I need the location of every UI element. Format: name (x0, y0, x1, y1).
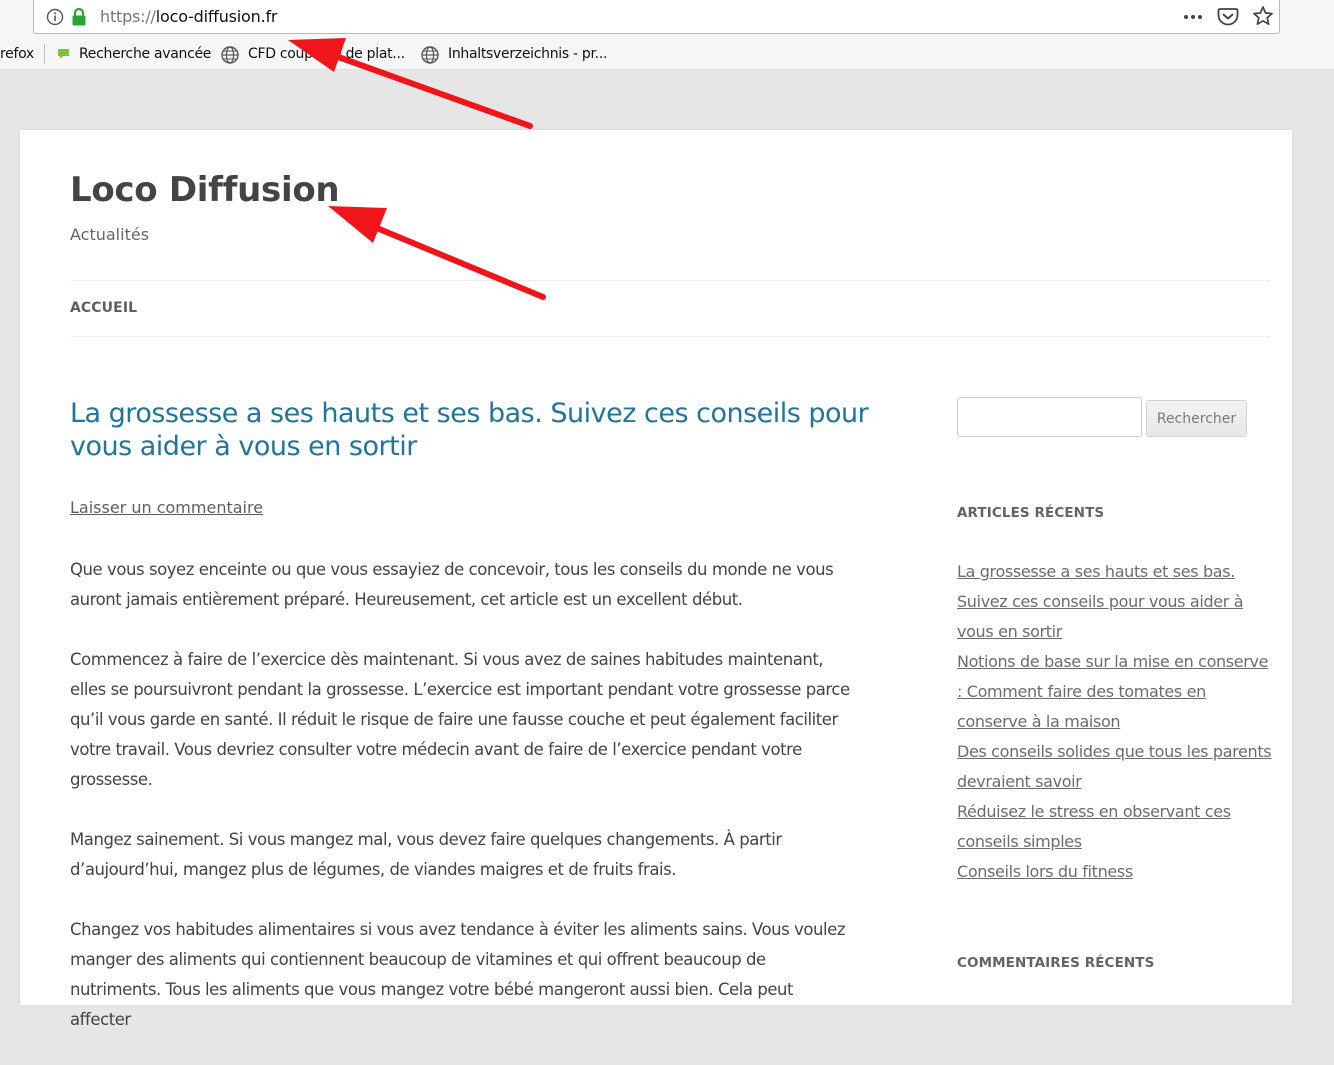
bookmark-label: CFD couplage de plat... (248, 46, 405, 62)
site-title[interactable]: Loco Diffusion (70, 170, 340, 210)
more-dots-icon[interactable] (1182, 9, 1204, 25)
recent-post-link[interactable]: La grossesse a ses hauts et ses bas. Sui… (957, 562, 1244, 641)
article-title[interactable]: La grossesse a ses hauts et ses bas. Sui… (70, 397, 870, 463)
bookmark-cfd-couplage[interactable]: CFD couplage de plat... (220, 46, 410, 66)
article-paragraph: Commencez à faire de l’exercice dès main… (70, 650, 850, 789)
recent-post-link[interactable]: Conseils lors du fitness (957, 862, 1133, 881)
url-host: loco-diffusion.fr (155, 7, 278, 26)
bookmark-firefox[interactable]: refox (0, 46, 34, 62)
globe-icon (221, 46, 239, 64)
url-protocol: https:// (100, 7, 156, 26)
recent-post-link[interactable]: Des conseils solides que tous les parent… (957, 742, 1272, 791)
bookmark-label: Recherche avancée (79, 46, 212, 62)
list-item: Des conseils solides que tous les parent… (957, 737, 1272, 797)
article-paragraph: Changez vos habitudes alimentaires si vo… (70, 920, 846, 1029)
bookmarks-separator (44, 44, 45, 64)
star-icon[interactable] (1252, 5, 1274, 27)
recent-comments-title: COMMENTAIRES RÉCENTS (957, 955, 1155, 971)
bookmark-inhaltsverzeichnis[interactable]: Inhaltsverzeichnis - pr... (420, 46, 620, 66)
article-body: Que vous soyez enceinte ou que vous essa… (70, 555, 855, 1065)
leave-comment-link[interactable]: Laisser un commentaire (70, 498, 263, 517)
recent-post-link[interactable]: Réduisez le stress en observant ces cons… (957, 802, 1231, 851)
header-divider (70, 280, 1270, 281)
lock-icon[interactable] (71, 7, 87, 27)
url-text[interactable]: https://loco-diffusion.fr (100, 7, 277, 26)
recent-post-link[interactable]: Notions de base sur la mise en conserve … (957, 652, 1268, 731)
article-paragraph: Mangez sainement. Si vous mangez mal, vo… (70, 830, 782, 879)
recent-posts-title: ARTICLES RÉCENTS (957, 505, 1105, 521)
bookmark-recherche-avancee[interactable]: Recherche avancée (55, 46, 215, 66)
list-item: Réduisez le stress en observant ces cons… (957, 797, 1272, 857)
search-button[interactable]: Rechercher (1146, 400, 1247, 437)
bookmark-label: Inhaltsverzeichnis - pr... (448, 46, 608, 62)
list-item: Conseils lors du fitness (957, 857, 1272, 887)
list-item: La grossesse a ses hauts et ses bas. Sui… (957, 557, 1272, 647)
speech-bubble-icon (58, 49, 69, 59)
browser-toolbar: https://loco-diffusion.fr (0, 0, 1334, 38)
bookmark-label: refox (0, 46, 34, 62)
recent-posts-list: La grossesse a ses hauts et ses bas. Sui… (957, 557, 1272, 887)
article-paragraph: Que vous soyez enceinte ou que vous essa… (70, 560, 834, 609)
nav-divider (70, 336, 1270, 337)
nav-home-link[interactable]: ACCUEIL (70, 300, 137, 316)
page-container: Loco Diffusion Actualités ACCUEIL La gro… (20, 130, 1292, 1029)
site-tagline: Actualités (70, 225, 150, 244)
address-bar[interactable]: https://loco-diffusion.fr (33, 0, 1280, 34)
globe-icon (421, 46, 439, 64)
search-input[interactable] (957, 397, 1142, 437)
list-item: Notions de base sur la mise en conserve … (957, 647, 1272, 737)
pocket-icon[interactable] (1217, 6, 1239, 26)
info-icon[interactable] (46, 8, 64, 26)
